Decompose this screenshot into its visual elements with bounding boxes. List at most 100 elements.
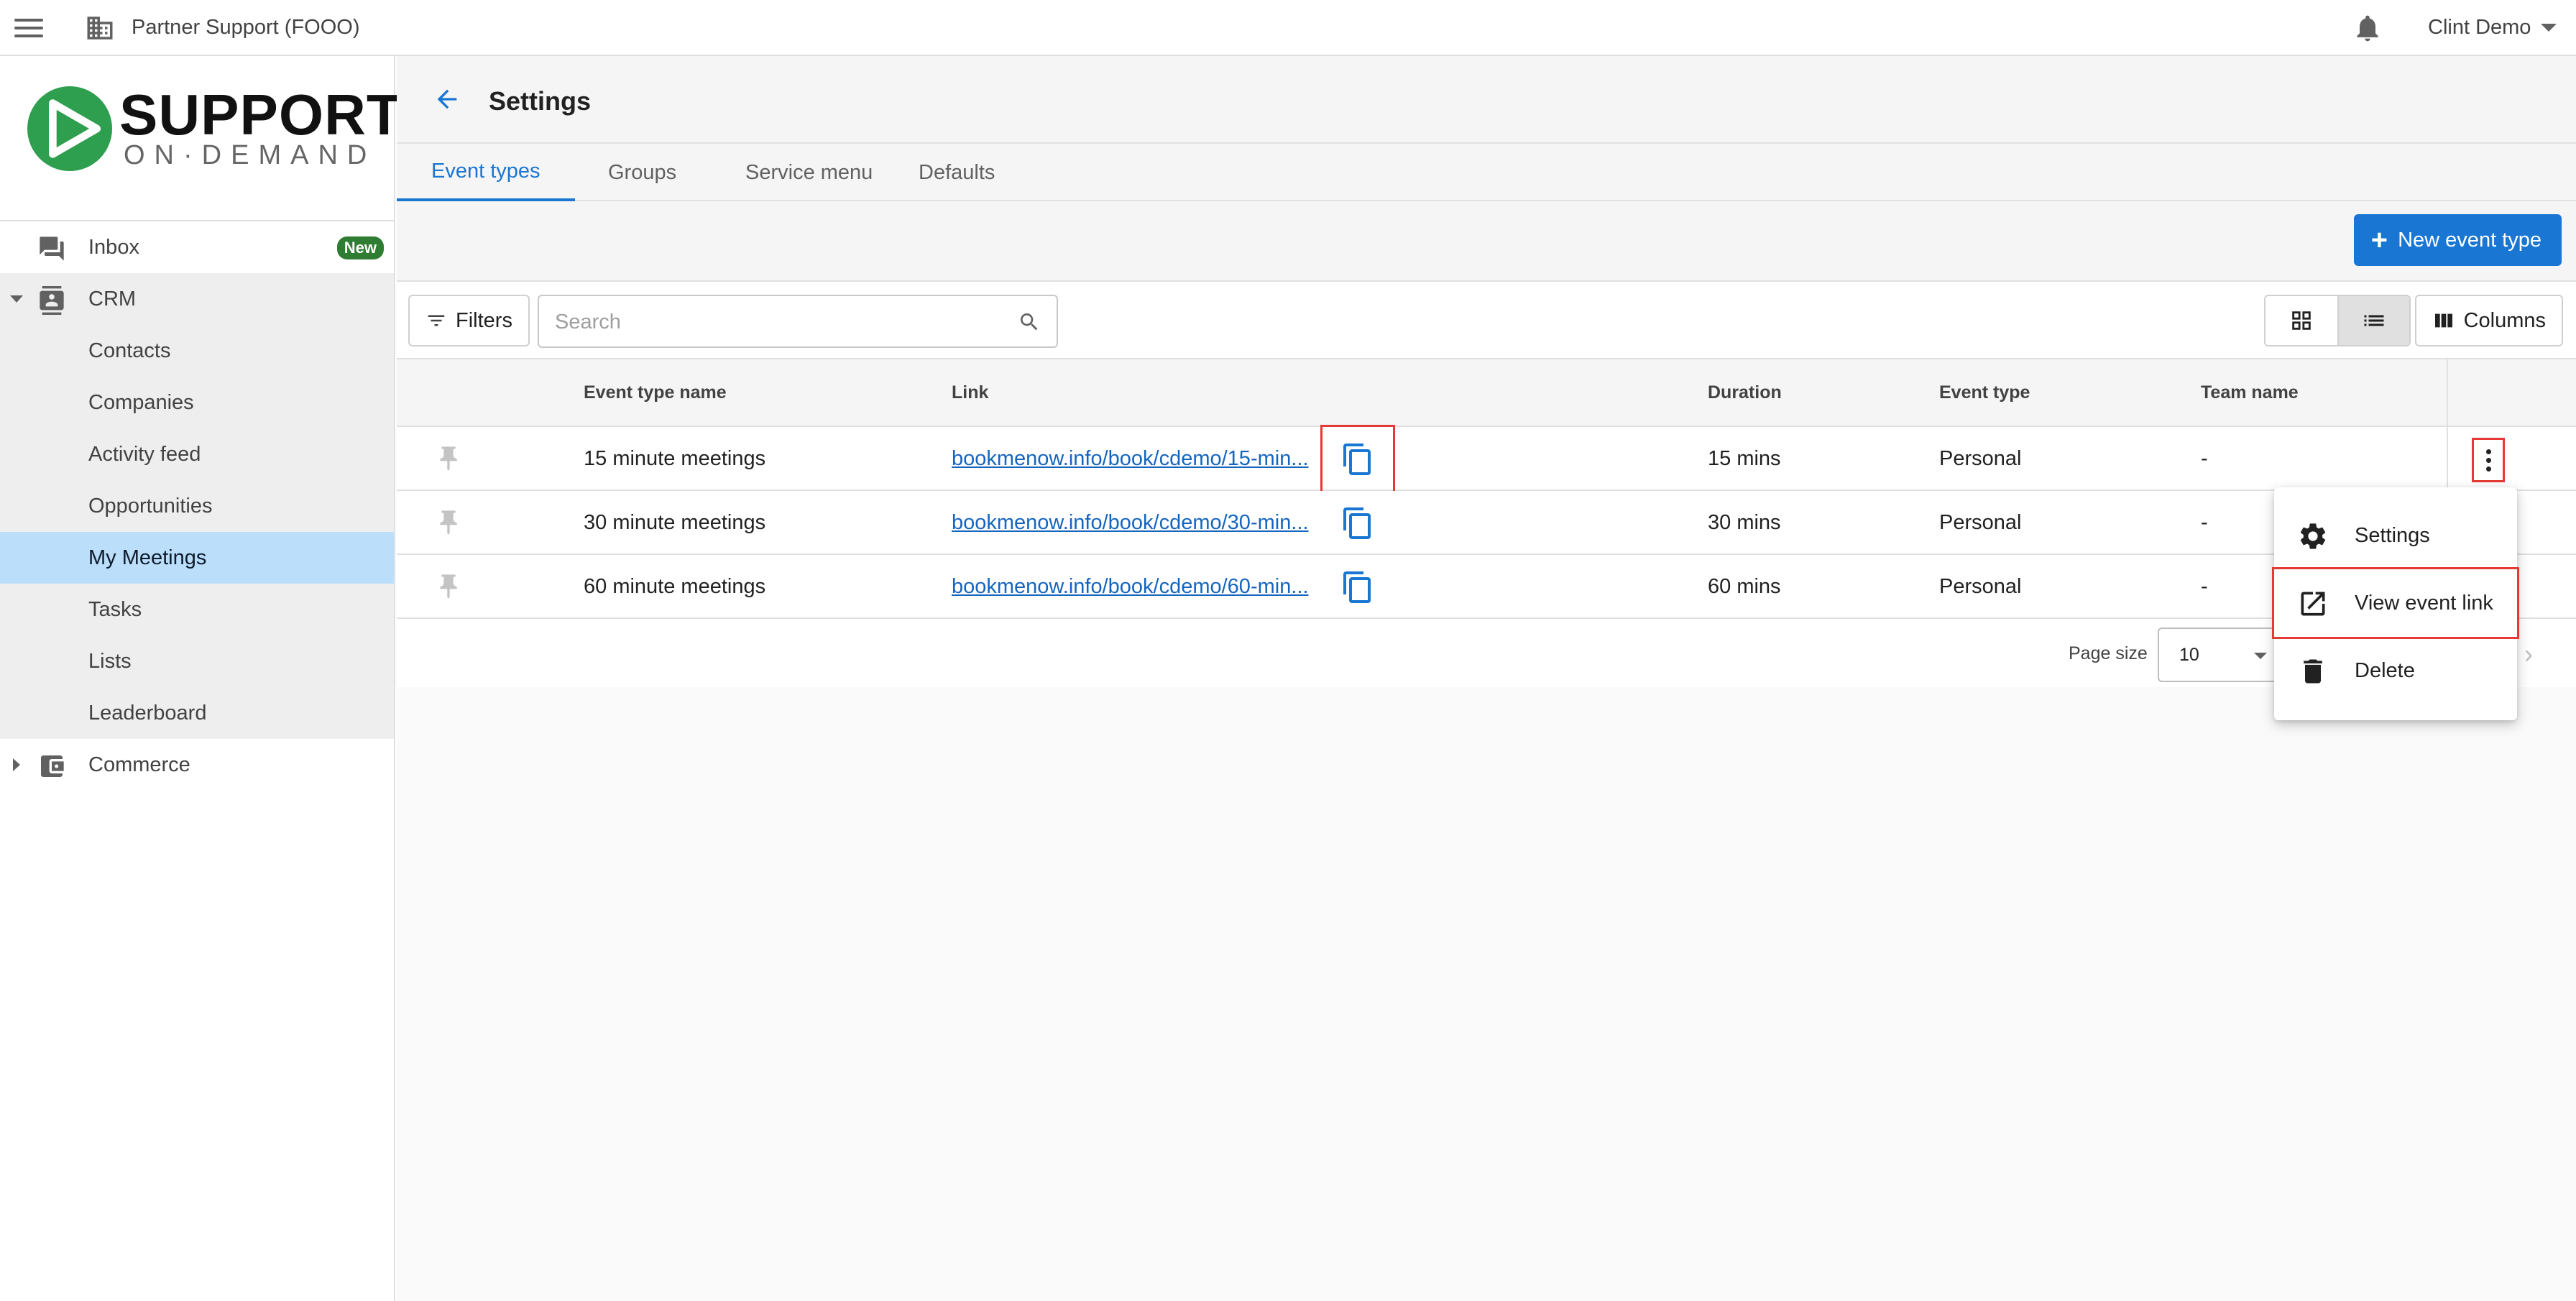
duration: 15 mins bbox=[1708, 447, 1781, 470]
bell-icon[interactable] bbox=[2352, 12, 2383, 45]
forum-icon bbox=[40, 236, 64, 261]
tab-service-menu[interactable]: Service menu bbox=[711, 144, 907, 201]
new-badge: New bbox=[336, 236, 384, 259]
menu-item-view-event-link[interactable]: View event link bbox=[2272, 567, 2519, 639]
expand-right-icon[interactable] bbox=[13, 758, 20, 771]
more-options-icon[interactable] bbox=[2472, 438, 2505, 482]
back-arrow-icon[interactable] bbox=[431, 85, 463, 114]
duration: 60 mins bbox=[1708, 575, 1781, 598]
action-toolbar: + New event type bbox=[397, 201, 2576, 280]
sidebar-item-label: Leaderboard bbox=[88, 701, 207, 725]
sidebar-item-companies[interactable]: Companies bbox=[0, 377, 394, 428]
table-row[interactable]: 30 minute meetings bookmenow.info/book/c… bbox=[397, 491, 2576, 555]
menu-item-label: View event link bbox=[2355, 591, 2493, 615]
page-size-select[interactable]: 10 bbox=[2158, 627, 2287, 682]
filter-icon bbox=[428, 315, 445, 326]
support-on-demand-logo: SUPPORT ON·DEMAND bbox=[27, 86, 402, 180]
page-title: Settings bbox=[489, 86, 592, 116]
top-bar: Partner Support (FOOO) Clint Demo bbox=[0, 0, 2576, 56]
menu-item-settings[interactable]: Settings bbox=[2274, 502, 2517, 569]
duration: 30 mins bbox=[1708, 511, 1781, 534]
chevron-down-icon bbox=[2541, 24, 2557, 32]
sidebar-item-label: Activity feed bbox=[88, 442, 201, 466]
crm-group: CRM Contacts Companies Activity feed Opp… bbox=[0, 273, 394, 739]
filters-label: Filters bbox=[456, 308, 512, 332]
sidebar-item-leaderboard[interactable]: Leaderboard bbox=[0, 687, 394, 739]
sidebar-item-lists[interactable]: Lists bbox=[0, 635, 394, 687]
column-header-duration[interactable]: Duration bbox=[1708, 382, 1782, 403]
team-name: - bbox=[2201, 575, 2208, 598]
copy-icon bbox=[1343, 443, 1371, 475]
tab-event-types[interactable]: Event types bbox=[397, 144, 575, 201]
plus-icon: + bbox=[2370, 224, 2388, 256]
partner-name: Partner Support (FOOO) bbox=[132, 16, 360, 39]
logo-text-bottom: ON·DEMAND bbox=[124, 140, 377, 170]
sidebar-item-label: My Meetings bbox=[88, 546, 207, 569]
pin-icon[interactable] bbox=[434, 507, 463, 538]
next-page-icon[interactable]: › bbox=[2524, 639, 2533, 669]
copy-link-button[interactable] bbox=[1320, 425, 1395, 493]
columns-button[interactable]: Columns bbox=[2414, 295, 2563, 346]
play-logo-icon bbox=[27, 86, 112, 171]
sidebar-item-activity-feed[interactable]: Activity feed bbox=[0, 428, 394, 480]
table-header: Event type name Link Duration Event type… bbox=[397, 359, 2576, 427]
list-view-button[interactable] bbox=[2337, 296, 2409, 345]
column-header-event-type[interactable]: Event type bbox=[1939, 382, 2030, 403]
sidebar-item-label: Inbox bbox=[88, 235, 139, 259]
sidebar: SUPPORT ON·DEMAND Inbox New CRM Contacts… bbox=[0, 56, 402, 1301]
user-name: Clint Demo bbox=[2428, 16, 2531, 39]
team-name: - bbox=[2201, 447, 2208, 470]
expand-down-icon[interactable] bbox=[10, 295, 23, 303]
table-row[interactable]: 15 minute meetings bookmenow.info/book/c… bbox=[397, 425, 2576, 493]
copy-link-button[interactable] bbox=[1337, 565, 1379, 610]
pin-icon[interactable] bbox=[434, 571, 463, 602]
menu-item-delete[interactable]: Delete bbox=[2274, 637, 2517, 704]
sidebar-item-inbox[interactable]: Inbox New bbox=[0, 221, 394, 273]
open-in-new-icon bbox=[2301, 592, 2325, 616]
sidebar-item-label: Companies bbox=[88, 390, 194, 414]
sidebar-item-commerce[interactable]: Commerce bbox=[0, 739, 394, 791]
actions-column bbox=[2447, 427, 2576, 489]
table-row[interactable]: 60 minute meetings bookmenow.info/book/c… bbox=[397, 555, 2576, 619]
sidebar-item-tasks[interactable]: Tasks bbox=[0, 584, 394, 635]
gear-icon bbox=[2300, 523, 2326, 549]
event-link[interactable]: bookmenow.info/book/cdemo/15-min... bbox=[952, 447, 1309, 471]
copy-icon bbox=[1343, 507, 1371, 539]
hamburger-menu-icon[interactable] bbox=[13, 14, 45, 42]
list-icon bbox=[2364, 315, 2384, 326]
sidebar-item-label: Tasks bbox=[88, 597, 142, 621]
tab-groups[interactable]: Groups bbox=[574, 144, 711, 201]
column-header-name[interactable]: Event type name bbox=[584, 382, 727, 403]
grid-view-button[interactable] bbox=[2266, 296, 2337, 345]
event-type: Personal bbox=[1939, 511, 2022, 534]
page-size-label: Page size bbox=[2069, 643, 2148, 663]
sidebar-item-label: Lists bbox=[88, 649, 132, 673]
new-event-type-button[interactable]: + New event type bbox=[2353, 214, 2562, 266]
sidebar-item-label: Commerce bbox=[88, 753, 190, 776]
copy-link-button[interactable] bbox=[1337, 501, 1379, 546]
column-header-team-name[interactable]: Team name bbox=[2201, 382, 2299, 403]
page-header: Settings bbox=[397, 56, 2576, 144]
filters-button[interactable]: Filters bbox=[408, 295, 530, 346]
sidebar-item-contacts[interactable]: Contacts bbox=[0, 325, 394, 377]
sidebar-item-opportunities[interactable]: Opportunities bbox=[0, 480, 394, 532]
menu-item-label: Delete bbox=[2355, 658, 2415, 682]
event-link[interactable]: bookmenow.info/book/cdemo/30-min... bbox=[952, 511, 1309, 535]
pin-icon[interactable] bbox=[434, 443, 463, 474]
sidebar-item-my-meetings[interactable]: My Meetings bbox=[0, 532, 394, 584]
tab-defaults[interactable]: Defaults bbox=[884, 144, 1029, 201]
row-actions-menu: Settings View event link Delete bbox=[2272, 487, 2519, 720]
column-header-link[interactable]: Link bbox=[952, 382, 988, 403]
team-name: - bbox=[2201, 511, 2208, 534]
search-input[interactable] bbox=[555, 306, 986, 338]
user-menu[interactable]: Clint Demo bbox=[2428, 16, 2557, 40]
new-event-type-label: New event type bbox=[2398, 228, 2542, 252]
event-link[interactable]: bookmenow.info/book/cdemo/60-min... bbox=[952, 575, 1309, 599]
event-type: Personal bbox=[1939, 447, 2022, 470]
view-toggle bbox=[2264, 295, 2411, 346]
actions-column bbox=[2447, 359, 2576, 426]
event-type: Personal bbox=[1939, 575, 2022, 598]
sidebar-item-crm[interactable]: CRM bbox=[0, 273, 394, 325]
sidebar-item-label: Opportunities bbox=[88, 494, 213, 518]
search-icon[interactable] bbox=[1018, 311, 1041, 334]
